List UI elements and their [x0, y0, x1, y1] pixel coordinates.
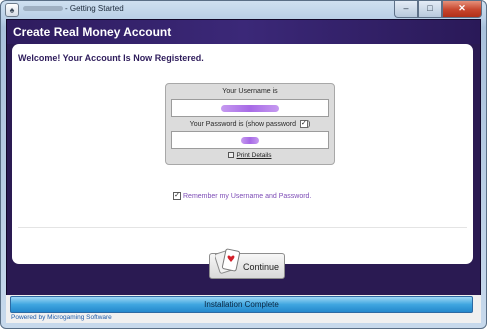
- title-bar[interactable]: ♠ - Getting Started – □ ✕: [1, 1, 486, 20]
- content-panel: Welcome! Your Account Is Now Registered.…: [12, 44, 473, 279]
- minimize-button[interactable]: –: [394, 1, 418, 18]
- password-field[interactable]: ●●●●: [171, 131, 329, 149]
- client-area: Create Real Money Account Welcome! Your …: [6, 19, 481, 323]
- welcome-heading: Welcome! Your Account Is Now Registered.: [18, 53, 204, 63]
- password-label-text: Your Password is (show password: [189, 120, 297, 128]
- credentials-box: Your Username is ioce8034127782 Your Pas…: [165, 83, 335, 165]
- window-title-suffix: - Getting Started: [65, 4, 124, 13]
- remember-option[interactable]: ✓ Remember my Username and Password.: [173, 192, 311, 200]
- window-title: - Getting Started: [23, 4, 124, 13]
- blurred-app-name: [23, 6, 63, 12]
- show-password-checkbox[interactable]: ✓: [299, 120, 308, 128]
- maximize-button[interactable]: □: [418, 1, 442, 18]
- powered-by-text: Powered by Microgaming Software: [11, 314, 112, 321]
- password-label-close: ): [307, 120, 311, 128]
- close-button[interactable]: ✕: [442, 1, 482, 18]
- divider: [18, 227, 467, 228]
- continue-label: Continue: [243, 262, 280, 272]
- install-progress-bar: Installation Complete: [10, 296, 473, 313]
- print-details-link[interactable]: Print Details: [236, 152, 271, 159]
- print-details[interactable]: Print Details: [166, 152, 334, 159]
- printer-icon: [228, 152, 235, 159]
- page-title: Create Real Money Account: [13, 25, 172, 39]
- playing-cards-icon: [215, 248, 241, 274]
- app-icon[interactable]: ♠: [5, 3, 19, 17]
- remember-label[interactable]: Remember my Username and Password.: [183, 193, 311, 200]
- username-label: Your Username is: [222, 88, 278, 95]
- continue-button[interactable]: Continue: [209, 248, 285, 279]
- password-label: Your Password is (show password ✓): [166, 120, 334, 128]
- username-field[interactable]: ioce8034127782: [171, 99, 329, 117]
- window-controls: – □ ✕: [394, 1, 482, 18]
- progress-label: Installation Complete: [204, 300, 279, 309]
- footer: Installation Complete Powered by Microga…: [6, 295, 481, 323]
- remember-checkbox[interactable]: ✓: [173, 192, 181, 200]
- header-band: Create Real Money Account: [7, 20, 480, 44]
- password-value: ●●●●: [241, 136, 259, 144]
- username-value: ioce8034127782: [221, 104, 279, 112]
